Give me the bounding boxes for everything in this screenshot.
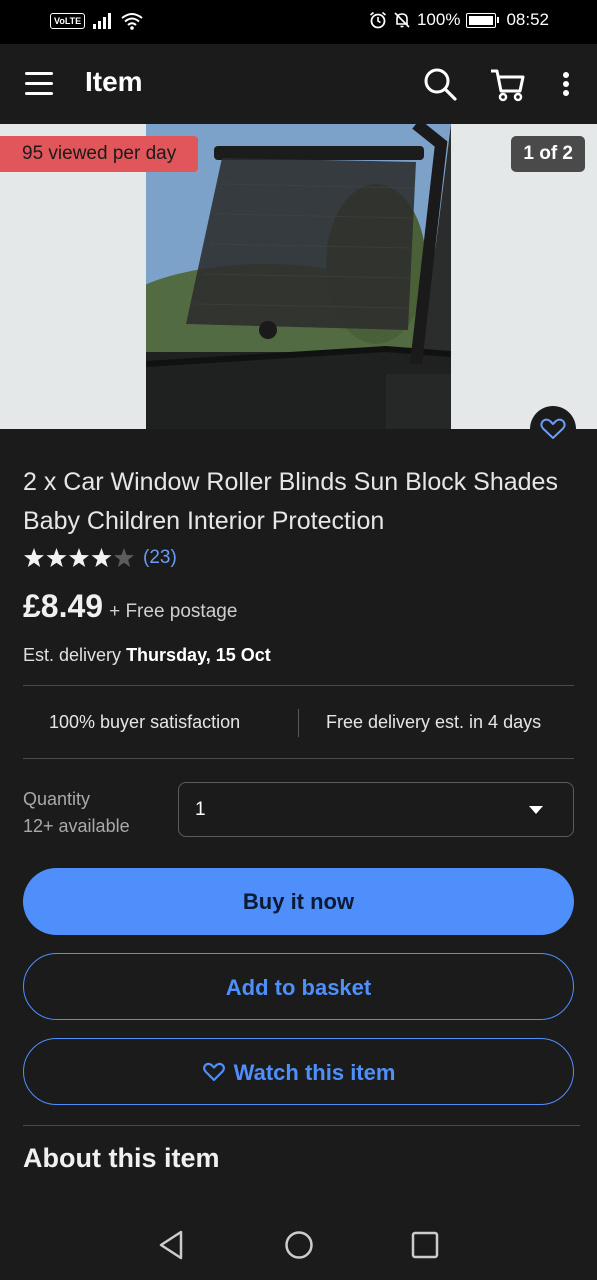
about-heading: About this item	[23, 1143, 220, 1173]
battery-icon	[466, 12, 500, 28]
alarm-icon	[369, 11, 386, 29]
search-icon[interactable]	[420, 64, 460, 104]
volte-indicator: VoLTE	[50, 13, 86, 29]
battery-percent: 100%	[416, 10, 461, 29]
heart-outline-icon	[202, 1062, 225, 1082]
quantity-available: 12+ available	[23, 816, 130, 836]
rating-stars	[24, 548, 134, 567]
status-left: VoLTE	[50, 12, 143, 30]
delivery-date: Thursday, 15 Oct	[126, 645, 271, 665]
wifi-icon	[121, 13, 143, 30]
cart-icon[interactable]	[488, 64, 528, 104]
rating[interactable]: (23)	[23, 547, 177, 569]
price: £8.49	[23, 588, 104, 624]
buyer-satisfaction: 100% buyer satisfaction	[49, 712, 241, 732]
star-filled-icon	[91, 548, 112, 567]
heart-icon	[540, 418, 566, 439]
price-row: £8.49 + Free postage	[23, 588, 237, 625]
recents-icon[interactable]	[408, 1228, 442, 1262]
quantity-value: 1	[195, 799, 206, 820]
stat-separator	[298, 709, 299, 737]
divider	[23, 1125, 580, 1126]
divider	[23, 758, 574, 759]
status-right: 100% 08:52	[369, 10, 549, 30]
clock: 08:52	[506, 10, 549, 29]
star-filled-icon	[24, 548, 44, 567]
delivery-prefix: Est. delivery	[23, 645, 122, 665]
page-title: Item	[85, 66, 143, 97]
system-nav-bar	[0, 1213, 597, 1280]
mute-bell-icon	[394, 12, 410, 28]
more-vert-icon[interactable]	[546, 64, 586, 104]
watch-item-button[interactable]: Watch this item	[23, 1038, 574, 1105]
star-filled-icon	[46, 548, 67, 567]
signal-icon	[93, 13, 112, 29]
back-icon[interactable]	[155, 1228, 189, 1262]
postage: + Free postage	[109, 601, 238, 622]
star-filled-icon	[69, 548, 89, 567]
delivery-estimate: Est. delivery Thursday, 15 Oct	[23, 645, 271, 666]
star-empty-icon	[114, 548, 134, 567]
home-icon[interactable]	[282, 1228, 316, 1262]
quantity-title: Quantity	[23, 789, 91, 809]
add-to-basket-button[interactable]: Add to basket	[23, 953, 574, 1020]
watch-heart-button[interactable]	[530, 406, 576, 452]
rating-count[interactable]: (23)	[143, 547, 177, 569]
image-counter-badge: 1 of 2	[511, 136, 585, 172]
seller-stats: 100% buyer satisfaction Free delivery es…	[23, 686, 574, 758]
free-delivery-estimate: Free delivery est. in 4 days	[326, 712, 542, 732]
chevron-down-icon	[529, 806, 543, 814]
quantity-select[interactable]: 1	[178, 782, 574, 837]
product-title: 2 x Car Window Roller Blinds Sun Block S…	[23, 468, 558, 535]
buy-it-now-button[interactable]: Buy it now	[23, 868, 574, 935]
menu-icon[interactable]	[25, 70, 53, 98]
image-gallery[interactable]: 95 viewed per day 1 of 2	[0, 124, 597, 429]
status-bar: VoLTE 100% 08:52	[0, 0, 597, 44]
watch-item-label: Watch this item	[233, 1060, 396, 1085]
quantity-label: Quantity 12+ available	[23, 786, 130, 840]
app-bar: Item	[0, 44, 597, 124]
viewed-per-day-badge: 95 viewed per day	[0, 136, 199, 172]
